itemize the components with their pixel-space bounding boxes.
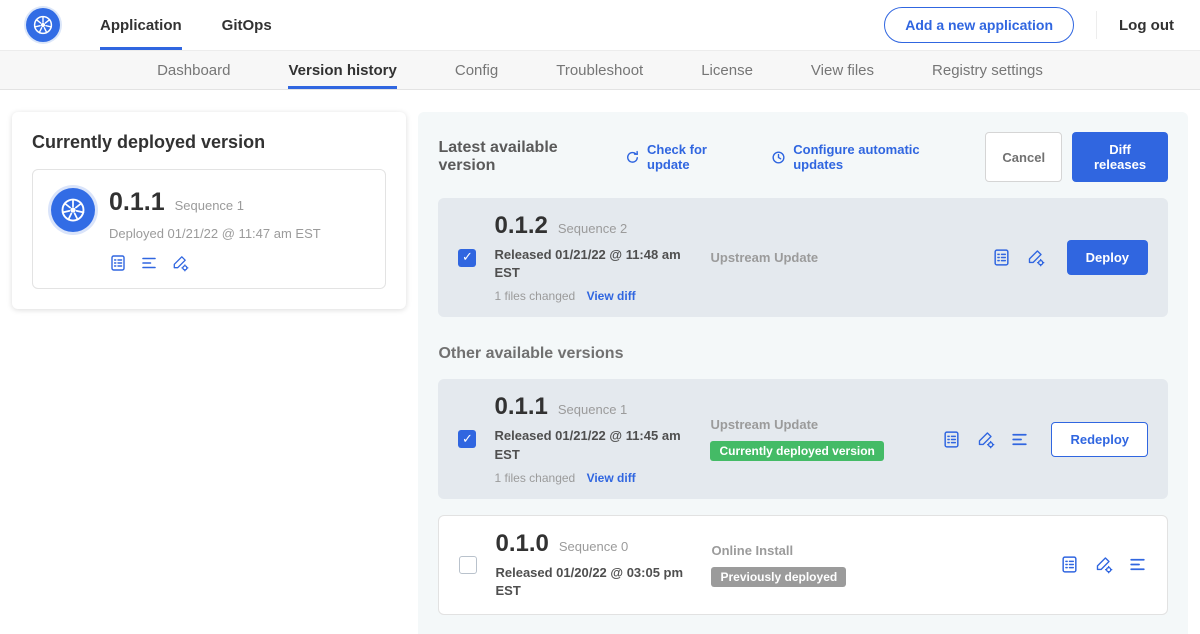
- version-checkbox[interactable]: [459, 556, 477, 574]
- currently-deployed-panel: Currently deployed version 0.1.1 Sequenc…: [12, 112, 406, 309]
- other-versions-title: Other available versions: [438, 345, 1168, 363]
- version-source: Upstream Update: [710, 417, 818, 432]
- tab-version-history[interactable]: Version history: [288, 51, 396, 89]
- configure-updates-label: Configure automatic updates: [793, 142, 957, 172]
- configure-updates-link[interactable]: Configure automatic updates: [771, 142, 957, 172]
- deployed-panel-title: Currently deployed version: [32, 132, 386, 153]
- files-changed-label: 1 files changed: [494, 471, 575, 485]
- released-timestamp: Released 01/21/22 @ 11:45 am EST: [494, 427, 696, 463]
- version-info: 0.1.1 Sequence 1 Released 01/21/22 @ 11:…: [494, 393, 696, 484]
- currently-deployed-badge: Currently deployed version: [710, 441, 883, 461]
- tab-registry-settings[interactable]: Registry settings: [932, 51, 1043, 89]
- version-checkbox[interactable]: ✓: [458, 249, 476, 267]
- version-row-0-1-2: ✓ 0.1.2 Sequence 2 Released 01/21/22 @ 1…: [438, 198, 1168, 317]
- latest-available-title: Latest available version: [438, 139, 605, 175]
- version-checkbox[interactable]: ✓: [458, 430, 476, 448]
- main-content: Currently deployed version 0.1.1 Sequenc…: [0, 90, 1200, 634]
- nav-item-application[interactable]: Application: [100, 0, 182, 50]
- app-tab-bar: Dashboard Version history Config Trouble…: [0, 50, 1200, 90]
- diff-releases-button[interactable]: Diff releases: [1072, 132, 1168, 182]
- deployed-sequence-label: Sequence 1: [175, 198, 244, 213]
- release-notes-icon[interactable]: [942, 430, 961, 449]
- version-number: 0.1.1: [494, 393, 547, 421]
- deployed-version-number: 0.1.1: [109, 188, 165, 217]
- view-diff-link[interactable]: View diff: [587, 289, 636, 303]
- files-changed-label: 1 files changed: [494, 289, 575, 303]
- previously-deployed-badge: Previously deployed: [711, 567, 846, 587]
- version-number: 0.1.2: [494, 212, 547, 240]
- available-versions-panel: Latest available version Check for updat…: [418, 112, 1188, 634]
- edit-config-icon[interactable]: [1026, 248, 1045, 267]
- version-number: 0.1.0: [495, 530, 548, 558]
- kubernetes-logo-icon: [26, 8, 60, 42]
- tab-troubleshoot[interactable]: Troubleshoot: [556, 51, 643, 89]
- available-panel-header: Latest available version Check for updat…: [438, 132, 1168, 182]
- version-row-actions: Redeploy: [942, 422, 1148, 457]
- logout-button[interactable]: Log out: [1096, 11, 1174, 39]
- released-timestamp: Released 01/21/22 @ 11:48 am EST: [494, 246, 696, 282]
- top-navbar: Application GitOps Add a new application…: [0, 0, 1200, 50]
- released-timestamp: Released 01/20/22 @ 03:05 pm EST: [495, 564, 697, 600]
- version-sequence: Sequence 1: [558, 402, 627, 417]
- tab-view-files[interactable]: View files: [811, 51, 874, 89]
- version-source-block: Online Install Previously deployed: [711, 543, 943, 587]
- diff-icon[interactable]: [140, 254, 158, 272]
- nav-item-gitops[interactable]: GitOps: [222, 0, 272, 50]
- release-notes-icon[interactable]: [992, 248, 1011, 267]
- deployed-timestamp: Deployed 01/21/22 @ 11:47 am EST: [109, 226, 321, 241]
- check-for-update-label: Check for update: [647, 142, 743, 172]
- view-diff-link[interactable]: View diff: [587, 471, 636, 485]
- version-row-actions: Deploy: [992, 240, 1148, 275]
- version-row-0-1-0: 0.1.0 Sequence 0 Released 01/20/22 @ 03:…: [438, 515, 1168, 615]
- tab-license[interactable]: License: [701, 51, 753, 89]
- version-row-actions: [1060, 555, 1147, 574]
- header-actions: Cancel Diff releases: [985, 132, 1168, 182]
- edit-config-icon[interactable]: [1094, 555, 1113, 574]
- files-line: 1 files changed View diff: [494, 471, 696, 485]
- version-source-block: Upstream Update Currently deployed versi…: [710, 417, 942, 461]
- cancel-button[interactable]: Cancel: [985, 132, 1062, 182]
- tab-config[interactable]: Config: [455, 51, 498, 89]
- diff-icon[interactable]: [1128, 555, 1147, 574]
- check-for-update-link[interactable]: Check for update: [625, 142, 743, 172]
- files-line: 1 files changed View diff: [494, 289, 696, 303]
- edit-config-icon[interactable]: [976, 430, 995, 449]
- refresh-icon: [625, 150, 640, 165]
- kubernetes-icon: [51, 188, 95, 232]
- checkbox-check-icon: ✓: [462, 250, 473, 265]
- diff-icon[interactable]: [1010, 430, 1029, 449]
- deployed-actions: [109, 254, 321, 272]
- version-sequence: Sequence 0: [559, 539, 628, 554]
- deployed-version-info: 0.1.1 Sequence 1 Deployed 01/21/22 @ 11:…: [109, 188, 321, 272]
- checkbox-check-icon: ✓: [462, 432, 473, 447]
- version-info: 0.1.0 Sequence 0 Released 01/20/22 @ 03:…: [495, 530, 697, 600]
- version-source: Online Install: [711, 543, 793, 558]
- deployed-version-card: 0.1.1 Sequence 1 Deployed 01/21/22 @ 11:…: [32, 169, 386, 289]
- clock-icon: [771, 150, 786, 165]
- add-application-button[interactable]: Add a new application: [884, 7, 1074, 43]
- redeploy-button[interactable]: Redeploy: [1051, 422, 1148, 457]
- release-notes-icon[interactable]: [109, 254, 127, 272]
- version-source: Upstream Update: [710, 250, 818, 265]
- version-row-0-1-1: ✓ 0.1.1 Sequence 1 Released 01/21/22 @ 1…: [438, 379, 1168, 498]
- version-info: 0.1.2 Sequence 2 Released 01/21/22 @ 11:…: [494, 212, 696, 303]
- version-sequence: Sequence 2: [558, 221, 627, 236]
- version-source-block: Upstream Update: [710, 250, 942, 265]
- deploy-button[interactable]: Deploy: [1067, 240, 1148, 275]
- edit-config-icon[interactable]: [171, 254, 189, 272]
- tab-dashboard[interactable]: Dashboard: [157, 51, 230, 89]
- release-notes-icon[interactable]: [1060, 555, 1079, 574]
- primary-nav: Application GitOps: [100, 0, 312, 50]
